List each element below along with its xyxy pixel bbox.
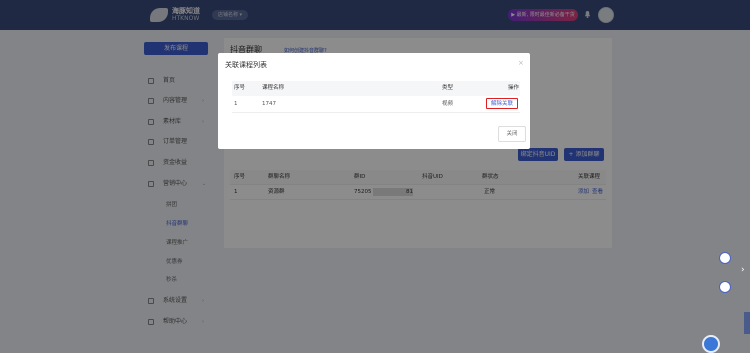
linked-courses-modal: 关联课程列表 × 序号 课程名称 类型 操作 1 1747 视频 解除关联 关闭 — [218, 53, 530, 149]
chevron-right-icon[interactable]: › — [741, 265, 745, 275]
side-scrollbar[interactable] — [744, 312, 750, 334]
table-row: 1 1747 视频 解除关联 — [232, 96, 520, 113]
unlink-button[interactable]: 解除关联 — [486, 98, 518, 109]
support-bubble-icon[interactable] — [702, 335, 720, 353]
modal-title: 关联课程列表 — [225, 61, 267, 69]
table-header: 序号 课程名称 类型 操作 — [232, 81, 520, 96]
courses-table: 序号 课程名称 类型 操作 1 1747 视频 解除关联 — [232, 81, 520, 113]
chat-float-icon[interactable] — [719, 281, 731, 293]
close-button[interactable]: 关闭 — [498, 126, 526, 142]
edit-float-icon[interactable] — [719, 252, 731, 264]
close-icon[interactable]: × — [518, 59, 524, 67]
